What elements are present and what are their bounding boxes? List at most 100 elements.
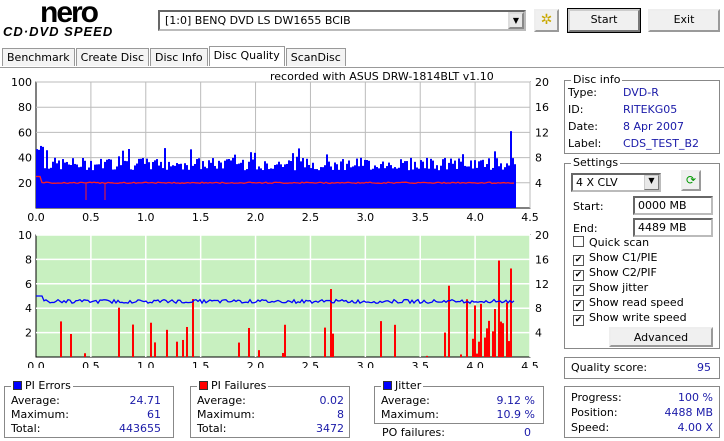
pi-error-bar — [330, 166, 332, 208]
exit-button[interactable]: Exit — [648, 9, 720, 32]
checkbox-show-c2-pif[interactable]: ✔ Show C2/PIF — [573, 266, 687, 281]
tab-disc-quality[interactable]: Disc Quality — [208, 46, 285, 66]
pi-errors-title: PI Errors — [25, 379, 71, 392]
speed-select[interactable]: 4 X CLV ▼ — [571, 173, 661, 192]
pi-failure-bar — [284, 324, 286, 357]
pi-failure-bar — [448, 285, 450, 357]
chevron-down-icon[interactable]: ▼ — [644, 175, 659, 190]
pi-error-bar — [94, 164, 96, 208]
pi-error-bar — [110, 159, 112, 208]
pi-failure-bar — [472, 338, 474, 357]
chevron-down-icon[interactable]: ▼ — [508, 12, 524, 29]
pi-error-bar — [188, 169, 190, 208]
pi-error-bar — [242, 159, 244, 208]
pi-error-bar — [332, 169, 334, 208]
tab-disc-info[interactable]: Disc Info — [150, 48, 208, 66]
y-right-tick: 8 — [535, 302, 542, 315]
y-right-tick: 16 — [535, 253, 549, 266]
y-left-tick: 60 — [18, 126, 32, 139]
pi-error-bar — [414, 161, 416, 208]
pi-error-bar — [36, 149, 38, 208]
pi-error-bar — [122, 150, 124, 208]
pi-error-bar — [418, 168, 420, 208]
pi-error-bar — [56, 163, 58, 208]
y-left-tick: 2 — [25, 327, 32, 340]
start-input[interactable]: 0000 MB — [633, 196, 713, 215]
pi-error-bar — [164, 148, 166, 208]
checkbox-box[interactable]: ✔ — [573, 255, 584, 266]
pi-error-bar — [404, 161, 406, 208]
pi-error-bar — [96, 164, 98, 208]
pi-error-bar — [118, 156, 120, 208]
pi-error-bar — [284, 164, 286, 208]
pi-error-bar — [250, 152, 252, 208]
pi-error-bar — [108, 159, 110, 208]
pi-error-bar — [258, 166, 260, 208]
pi-failure-bar — [494, 309, 496, 357]
pi-error-bar — [158, 165, 160, 208]
pi-error-bar — [220, 162, 222, 208]
pi-errors-max: 61 — [147, 408, 161, 421]
pi-error-bar — [358, 166, 360, 208]
x-tick: 3.5 — [411, 211, 429, 224]
y-right-tick: 12 — [535, 278, 549, 291]
pi-failure-bar — [380, 321, 382, 357]
x-tick: 2.0 — [247, 211, 265, 224]
pi-error-bar — [346, 163, 348, 208]
x-tick: 3.5 — [411, 360, 429, 368]
pi-error-bar — [312, 162, 314, 208]
drive-select[interactable]: [1:0] BENQ DVD LS DW1655 BCIB ▼ — [158, 10, 526, 31]
start-button[interactable]: Start — [567, 8, 641, 33]
pi-error-bar — [170, 166, 172, 208]
advanced-button[interactable]: Advanced — [609, 327, 713, 347]
pi-error-bar — [390, 165, 392, 208]
pi-error-bar — [486, 164, 488, 208]
pi-failure-bar — [60, 321, 62, 357]
pi-error-bar — [424, 168, 426, 208]
pi-failure-bar — [182, 339, 184, 357]
checkbox-show-c1-pie[interactable]: ✔ Show C1/PIE — [573, 251, 687, 266]
pi-failure-bar — [476, 353, 478, 357]
checkbox-box[interactable]: ✔ — [573, 300, 584, 311]
refresh-button[interactable]: ⟳ — [681, 170, 701, 191]
pi-error-bar — [298, 148, 300, 208]
pi-error-bar — [66, 161, 68, 208]
tab-create-disc[interactable]: Create Disc — [75, 48, 150, 66]
pi-error-bar — [494, 151, 496, 208]
checkbox-label: Show write speed — [589, 311, 687, 324]
checkbox-label: Show C1/PIE — [589, 251, 658, 264]
y-right-tick: 4 — [535, 327, 542, 340]
pi-failure-bar — [502, 323, 504, 357]
pi-error-bar — [462, 154, 464, 208]
x-tick: 2.0 — [247, 360, 265, 368]
x-tick: 3.0 — [357, 360, 375, 368]
checkbox-box[interactable]: ✔ — [573, 315, 584, 326]
checkbox-box[interactable]: ✔ — [573, 285, 584, 296]
checkbox-show-write-speed[interactable]: ✔ Show write speed — [573, 311, 687, 326]
tab-scandisc[interactable]: ScanDisc — [285, 48, 346, 66]
checkbox-show-read-speed[interactable]: ✔ Show read speed — [573, 296, 687, 311]
pi-error-bar — [288, 160, 290, 208]
checkbox-box[interactable]: ✔ — [573, 270, 584, 281]
checkbox-label: Quick scan — [589, 236, 650, 249]
pi-error-bar — [394, 167, 396, 208]
checkbox-quick-scan[interactable]: Quick scan — [573, 236, 687, 251]
position-value: 4488 MB — [664, 406, 713, 419]
tab-benchmark[interactable]: Benchmark — [2, 48, 75, 66]
end-input[interactable]: 4489 MB — [633, 218, 713, 237]
x-tick: 0.5 — [82, 211, 100, 224]
checkbox-show-jitter[interactable]: ✔ Show jitter — [573, 281, 687, 296]
drive-settings-button[interactable]: ✲ — [534, 9, 559, 32]
pi-error-bar — [314, 169, 316, 208]
pi-error-bar — [464, 165, 466, 208]
speed-label: Speed: — [571, 421, 610, 434]
pi-failure-bar — [460, 354, 462, 357]
checkbox-box[interactable] — [573, 236, 584, 247]
pi-failures-group: PI Failures Average: 0.02 Maximum: 8 Total… — [190, 379, 350, 438]
pi-failure-bar — [150, 322, 152, 357]
pi-error-bar — [184, 163, 186, 208]
pi-error-bar — [274, 165, 276, 208]
pi-error-bar — [222, 168, 224, 208]
pi-error-bar — [422, 161, 424, 208]
pi-error-bar — [492, 167, 494, 208]
